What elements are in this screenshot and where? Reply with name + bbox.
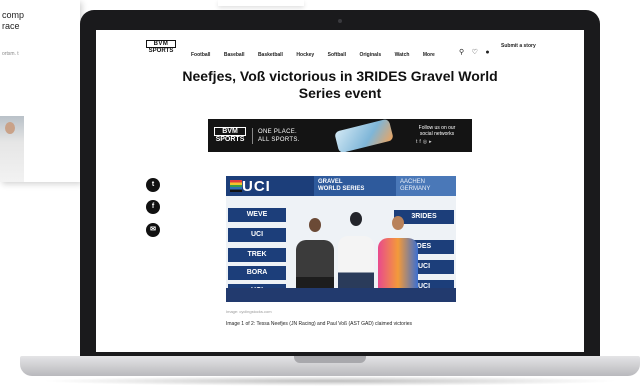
location-line-2: GERMANY xyxy=(400,186,431,192)
image-caption: Image 1 of 2: Tessa Neefjes (JN Racing) … xyxy=(226,321,413,327)
article-photo[interactable]: UCI GRAVEL WORLD SERIES AACHEN GERMANY W… xyxy=(226,176,456,302)
background-thumbnail xyxy=(0,116,24,182)
gws-line-2: WORLD SERIES xyxy=(318,186,365,192)
ad-slogan-line-1: ONE PLACE. xyxy=(258,129,298,135)
sponsor-board: WEVE UCI TREK BORA UCI 3RIDES DES UCI UC… xyxy=(226,196,456,302)
image-credit: Image: cyclingstocks.com xyxy=(226,309,272,314)
nav-watch[interactable]: Watch xyxy=(395,52,410,58)
user-icon[interactable]: ● xyxy=(485,49,489,56)
background-card-edge xyxy=(218,0,304,6)
ad-slogan-line-2: ALL SPORTS. xyxy=(258,137,300,143)
background-teaser-meta: ortsm. t xyxy=(2,51,19,57)
location-banner: AACHEN GERMANY xyxy=(396,176,456,196)
rider-head-left xyxy=(309,218,321,232)
ad-logo-top: BVM xyxy=(214,127,246,136)
ad-logo-bottom: SPORTS xyxy=(215,136,245,143)
main-nav: Football Baseball Basketball Hockey Soft… xyxy=(191,43,444,61)
ad-phone-image xyxy=(334,119,394,152)
background-article-card: comp race ortsm. t xyxy=(0,0,80,182)
header-icons: ⚲ ♡ ● xyxy=(459,41,493,59)
article-headline: Neefjes, Voß victorious in 3RIDES Gravel… xyxy=(182,68,498,101)
ad-follow-text: Follow us on our social networks xyxy=(406,125,468,137)
ad-social-icons: tf◎▸ xyxy=(416,139,434,145)
submit-story-link[interactable]: Submit a story xyxy=(501,43,536,49)
share-twitter-button[interactable]: t xyxy=(146,178,160,192)
ad-banner[interactable]: BVM SPORTS ONE PLACE. ALL SPORTS. Follow… xyxy=(208,119,472,152)
camera-icon xyxy=(338,19,342,23)
sponsor-board-left: TREK xyxy=(228,248,286,262)
ad-divider xyxy=(252,128,253,144)
share-facebook-button[interactable]: f xyxy=(146,200,160,214)
nav-more[interactable]: More xyxy=(423,52,435,58)
laptop-screen: BVM SPORTS Football Baseball Basketball … xyxy=(96,30,584,352)
sponsor-board-left: WEVE xyxy=(228,208,286,222)
email-icon: ✉ xyxy=(150,226,156,233)
location-line-1: AACHEN xyxy=(400,179,426,185)
teaser-line-1: comp xyxy=(2,10,25,20)
heart-icon[interactable]: ♡ xyxy=(472,49,478,56)
sponsor-board-left: BORA xyxy=(228,266,286,280)
logo-bottom: SPORTS xyxy=(148,48,174,54)
sponsor-board-left: UCI xyxy=(228,228,286,242)
laptop-base xyxy=(20,356,640,376)
nav-originals[interactable]: Originals xyxy=(359,52,381,58)
photo-top-banner: UCI GRAVEL WORLD SERIES AACHEN GERMANY xyxy=(226,176,456,196)
rider-head-center xyxy=(350,212,362,226)
youtube-icon: ▸ xyxy=(429,139,434,145)
podium-stage xyxy=(226,288,456,302)
search-icon[interactable]: ⚲ xyxy=(459,49,464,56)
ad-follow-line-2: social networks xyxy=(419,131,455,137)
share-email-button[interactable]: ✉ xyxy=(146,223,160,237)
ad-logo: BVM SPORTS xyxy=(214,127,246,144)
background-teaser-text: comp race xyxy=(2,10,24,32)
nav-football[interactable]: Football xyxy=(191,52,210,58)
nav-baseball[interactable]: Baseball xyxy=(224,52,245,58)
rider-head-right xyxy=(392,216,404,230)
facebook-icon: f xyxy=(151,203,155,210)
laptop-notch xyxy=(294,356,366,363)
nav-softball[interactable]: Softball xyxy=(328,52,346,58)
logo-top: BVM xyxy=(146,40,176,48)
teaser-line-2: race xyxy=(2,21,20,31)
nav-hockey[interactable]: Hockey xyxy=(296,52,314,58)
ad-slogan: ONE PLACE. ALL SPORTS. xyxy=(258,128,300,144)
twitter-icon: t xyxy=(151,181,155,188)
gws-line-1: GRAVEL xyxy=(318,179,343,185)
site-header: BVM SPORTS Football Baseball Basketball … xyxy=(96,30,584,60)
site-logo[interactable]: BVM SPORTS xyxy=(146,40,176,54)
uci-banner-text: UCI xyxy=(242,178,271,195)
uci-rainbow-stripes xyxy=(230,180,242,192)
nav-basketball[interactable]: Basketball xyxy=(258,52,283,58)
laptop-shadow xyxy=(40,376,620,386)
gravel-world-series-banner: GRAVEL WORLD SERIES xyxy=(314,176,396,196)
